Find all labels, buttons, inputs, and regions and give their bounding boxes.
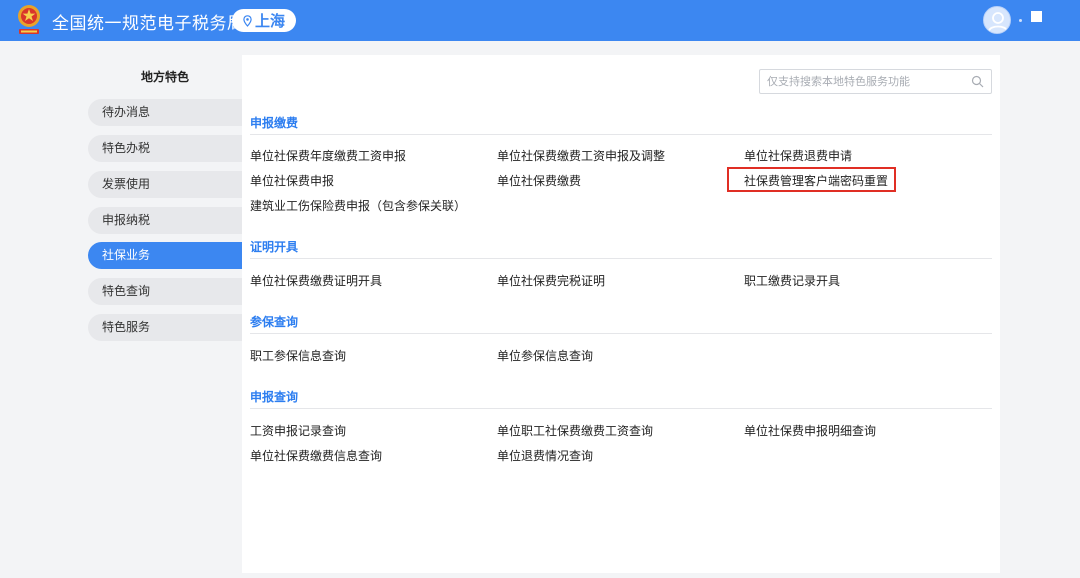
top-header: 全国统一规范电子税务局 上海 [0,0,1080,41]
header-separator [1019,19,1022,22]
region-selector[interactable]: 上海 [232,9,296,32]
main-panel [242,55,1000,573]
site-title: 全国统一规范电子税务局 [52,14,245,34]
link-employee-payment-record[interactable]: 职工缴费记录开具 [744,272,840,289]
sidebar-item-todo-messages[interactable]: 待办消息 [88,99,242,126]
window-square-icon[interactable] [1031,11,1042,22]
tax-bureau-emblem-icon [18,5,40,34]
link-annual-wage-declaration[interactable]: 单位社保费年度缴费工资申报 [250,147,406,164]
sidebar-item-special-tax[interactable]: 特色办税 [88,135,242,162]
section-divider [250,333,992,334]
section-divider [250,258,992,259]
link-social-security-declaration[interactable]: 单位社保费申报 [250,172,334,189]
link-payment-info-query[interactable]: 单位社保费缴费信息查询 [250,447,382,464]
region-label: 上海 [254,12,285,30]
sidebar-item-declare-tax[interactable]: 申报纳税 [88,207,242,234]
link-tax-payment-certificate[interactable]: 单位社保费完税证明 [497,272,605,289]
link-declaration-detail-query[interactable]: 单位社保费申报明细查询 [744,422,876,439]
link-employee-wage-query[interactable]: 单位职工社保费缴费工资查询 [497,422,653,439]
location-pin-icon [243,14,252,27]
user-silhouette-icon [988,12,1008,32]
link-refund-application[interactable]: 单位社保费退费申请 [744,147,852,164]
section-title-declaration-query: 申报查询 [250,390,299,404]
section-title-insurance-query: 参保查询 [250,315,299,329]
sidebar-item-social-security[interactable]: 社保业务 [88,242,242,269]
search-box[interactable] [759,69,992,94]
link-construction-injury-declaration[interactable]: 建筑业工伤保险费申报（包含参保关联） [250,197,466,214]
section-divider [250,134,992,135]
highlight-box [727,167,896,192]
sidebar-heading: 地方特色 [140,70,189,84]
link-wage-declaration-record[interactable]: 工资申报记录查询 [250,422,346,439]
link-refund-status-query[interactable]: 单位退费情况查询 [497,447,593,464]
sidebar-item-invoice-use[interactable]: 发票使用 [88,171,242,198]
link-social-security-payment[interactable]: 单位社保费缴费 [497,172,581,189]
link-payment-certificate[interactable]: 单位社保费缴费证明开具 [250,272,382,289]
search-icon[interactable] [971,75,984,88]
sidebar-item-special-query[interactable]: 特色查询 [88,278,242,305]
link-wage-declaration-adjust[interactable]: 单位社保费缴费工资申报及调整 [497,147,665,164]
section-divider [250,408,992,409]
section-title-certificates: 证明开具 [250,240,299,254]
link-employee-insurance-query[interactable]: 职工参保信息查询 [250,347,346,364]
search-input[interactable] [760,70,960,93]
section-title-declare-pay: 申报缴费 [250,116,299,130]
link-unit-insurance-query[interactable]: 单位参保信息查询 [497,347,593,364]
user-avatar-icon[interactable] [983,6,1011,34]
sidebar-item-special-service[interactable]: 特色服务 [88,314,242,341]
